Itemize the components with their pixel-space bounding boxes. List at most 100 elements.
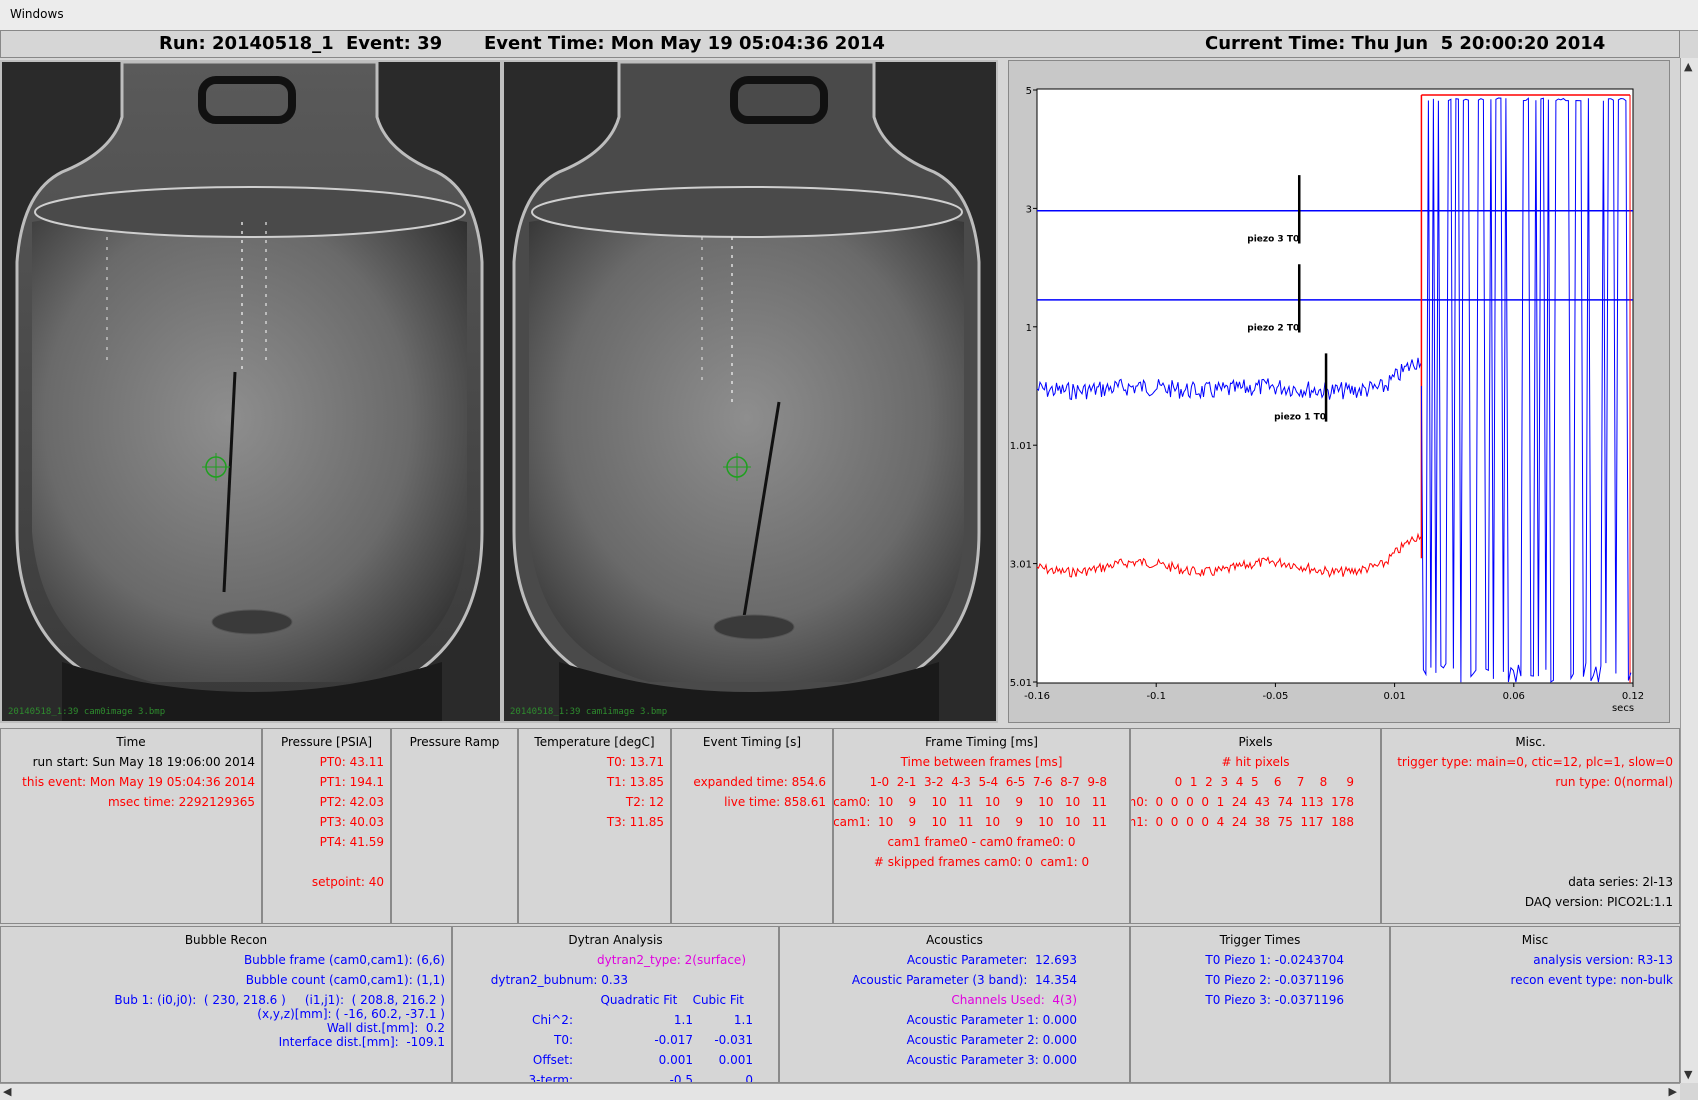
pt2-text: PT2: 42.03 — [319, 795, 384, 809]
vertical-scrollbar[interactable]: ▲ ▼ — [1680, 58, 1698, 1083]
t3-text: T3: 11.85 — [606, 815, 664, 829]
t0-piezo2-text: T0 Piezo 2: -0.0371196 — [1205, 973, 1344, 987]
scroll-left-icon[interactable]: ◀ — [3, 1085, 11, 1098]
dytran-cubic-value: 0 — [745, 1073, 753, 1083]
frame-diff-text: cam1 frame0 - cam0 frame0: 0 — [887, 835, 1076, 849]
dytran-quadratic-value: -0.5 — [669, 1073, 693, 1083]
bubble-frame-text: Bubble frame (cam0,cam1): (6,6) — [243, 953, 445, 967]
camera0-image[interactable]: 20140518_1:39 cam0image 3.bmp — [0, 60, 502, 723]
dytran-cubic-value: 0.001 — [718, 1053, 753, 1067]
event-label: Event: 39 — [346, 33, 443, 54]
t0-marker-label: piezo 3 T0 — [1247, 234, 1299, 244]
acoustic-parameter-3band-text: Acoustic Parameter (3 band): 14.354 — [851, 973, 1077, 987]
dytran-row-label: Chi^2: — [531, 1013, 573, 1027]
acoustic-parameter-1-text: Acoustic Parameter 1: 0.000 — [906, 1013, 1077, 1027]
x-tick-label: 0.01 — [1383, 691, 1405, 702]
window-titlebar: Windows — [0, 0, 1698, 31]
dytran-cubic-value: 1.1 — [733, 1013, 753, 1027]
wall-dist-text: Wall dist.[mm]: 0.2 — [326, 1021, 445, 1035]
frame-timing-header: 1-0 2-1 3-2 4-3 5-4 6-5 7-6 8-7 9-8 — [869, 775, 1107, 789]
pressure-ramp-panel-title: Pressure Ramp — [409, 735, 500, 749]
run-type-text: run type: 0(normal) — [1555, 775, 1673, 789]
pixels-panel-title: Pixels — [1238, 735, 1273, 749]
y-tick-label: 5 — [1026, 86, 1032, 97]
event-time-label: Event Time: Mon May 19 05:04:36 2014 — [484, 33, 885, 54]
window-title: Windows — [10, 7, 64, 21]
x-tick-label: -0.1 — [1146, 691, 1166, 702]
acoustics-panel: Acoustics Acoustic Parameter: 12.693 Aco… — [779, 926, 1130, 1083]
bubble-recon-panel-title: Bubble Recon — [184, 933, 268, 947]
acoustics-panel-title: Acoustics — [926, 933, 983, 947]
pressure-panel: Pressure [PSIA] PT0: 43.11 PT1: 194.1 PT… — [262, 728, 391, 924]
recon-event-type-text: recon event type: non-bulk — [1510, 973, 1673, 987]
dytran-row-label: Offset: — [532, 1053, 573, 1067]
dytran-row-label: 3-term: — [528, 1073, 573, 1083]
event-timing-panel: Event Timing [s] expanded time: 854.6 li… — [671, 728, 833, 924]
time-panel: Time run start: Sun May 18 19:06:00 2014… — [0, 728, 262, 924]
bubble-recon-panel: Bubble Recon Bubble frame (cam0,cam1): (… — [0, 926, 452, 1083]
dytran-column-headers: Quadratic Fit Cubic Fit — [600, 993, 744, 1007]
misc-panel: Misc. trigger type: main=0, ctic=12, plc… — [1381, 728, 1680, 924]
pixels-cam0: cam0: 0 0 0 0 1 24 43 74 113 178 — [1130, 795, 1354, 809]
pixels-header: 0 1 2 3 4 5 6 7 8 9 — [1174, 775, 1354, 789]
pixels-cam1: cam1: 0 0 0 0 4 24 38 75 117 188 — [1130, 815, 1354, 829]
trigger-type-text: trigger type: main=0, ctic=12, plc=1, sl… — [1397, 755, 1673, 769]
camera1-bubble-chamber — [504, 62, 996, 721]
x-tick-label: -0.05 — [1262, 691, 1288, 702]
misc2-panel: Misc analysis version: R3-13 recon event… — [1390, 926, 1680, 1083]
acoustic-parameter-2-text: Acoustic Parameter 2: 0.000 — [906, 1033, 1077, 1047]
interface-dist-text: Interface dist.[mm]: -109.1 — [278, 1035, 445, 1049]
dytran-quadratic-value: -0.017 — [654, 1033, 693, 1047]
pressure-panel-title: Pressure [PSIA] — [280, 735, 373, 749]
t0-piezo3-text: T0 Piezo 3: -0.0371196 — [1205, 993, 1344, 1007]
frame-timing-subtitle: Time between frames [ms] — [900, 755, 1063, 769]
dytran-type-text: dytran2_type: 2(surface) — [597, 953, 746, 967]
frame-timing-panel: Frame Timing [ms] Time between frames [m… — [833, 728, 1130, 924]
time-panel-title: Time — [116, 735, 146, 749]
analysis-version-text: analysis version: R3-13 — [1533, 953, 1673, 967]
bub1-coords-text: Bub 1: (i0,j0): ( 230, 218.6 ) (i1,j1): … — [114, 993, 445, 1007]
dytran-quadratic-value: 0.001 — [658, 1053, 693, 1067]
frame-timing-cam1: cam1: 10 9 10 11 10 9 10 10 11 — [833, 815, 1107, 829]
y-tick-label: 3.01 — [1010, 560, 1032, 571]
pressure-ramp-panel: Pressure Ramp — [391, 728, 518, 924]
misc2-panel-title: Misc — [1521, 933, 1549, 947]
live-time-text: live time: 858.61 — [724, 795, 826, 809]
y-tick-label: 3 — [1026, 204, 1032, 215]
camera0-file-label: 20140518_1:39 cam0image 3.bmp — [8, 707, 166, 717]
scroll-right-icon[interactable]: ▶ — [1669, 1085, 1677, 1098]
scroll-up-icon[interactable]: ▲ — [1684, 60, 1692, 73]
x-tick-label: 0.06 — [1503, 691, 1525, 702]
expanded-time-text: expanded time: 854.6 — [693, 775, 826, 789]
piezo-waveform-plot[interactable]: 5 3 1 1.01 3.01 5.01 -0.16 -0.1 -0.05 0.01 0.06 0.1… — [1008, 60, 1670, 723]
camera1-image[interactable]: 20140518_1:39 cam1image 3.bmp — [502, 60, 998, 723]
pixels-subtitle: # hit pixels — [1221, 755, 1290, 769]
dytran-panel: Dytran Analysis dytran2_type: 2(surface)… — [452, 926, 779, 1083]
t0-piezo1-text: T0 Piezo 1: -0.0243704 — [1205, 953, 1344, 967]
t2-text: T2: 12 — [625, 795, 664, 809]
x-tick-label: 0.12 — [1622, 691, 1644, 702]
x-tick-label: -0.16 — [1024, 691, 1050, 702]
dytran-panel-title: Dytran Analysis — [568, 933, 663, 947]
horizontal-scrollbar[interactable]: ◀ ▶ — [0, 1083, 1680, 1100]
frame-timing-panel-title: Frame Timing [ms] — [925, 735, 1038, 749]
event-timing-panel-title: Event Timing [s] — [702, 735, 802, 749]
dytran-bubnum-text: dytran2_bubnum: 0.33 — [490, 973, 628, 987]
bub1-xyz-text: (x,y,z)[mm]: ( -16, 60.2, -37.1 ) — [257, 1007, 445, 1021]
misc-panel-title: Misc. — [1515, 735, 1546, 749]
skipped-frames-text: # skipped frames cam0: 0 cam1: 0 — [873, 855, 1090, 869]
pt4-text: PT4: 41.59 — [319, 835, 384, 849]
t0-text: T0: 13.71 — [606, 755, 664, 769]
current-time-label: Current Time: Thu Jun 5 20:00:20 2014 — [1205, 33, 1606, 54]
pt1-text: PT1: 194.1 — [319, 775, 384, 789]
channels-used-text: Channels Used: 4(3) — [951, 993, 1077, 1007]
pt0-text: PT0: 43.11 — [319, 755, 384, 769]
y-tick-label: 1 — [1026, 323, 1032, 334]
pt3-text: PT3: 40.03 — [319, 815, 384, 829]
y-tick-label: 1.01 — [1010, 441, 1032, 452]
dytran-quadratic-value: 1.1 — [673, 1013, 693, 1027]
setpoint-text: setpoint: 40 — [311, 875, 384, 889]
temperature-panel-title: Temperature [degC] — [534, 735, 655, 749]
scroll-down-icon[interactable]: ▼ — [1684, 1068, 1692, 1081]
daq-version-text: DAQ version: PICO2L:1.1 — [1524, 895, 1673, 909]
